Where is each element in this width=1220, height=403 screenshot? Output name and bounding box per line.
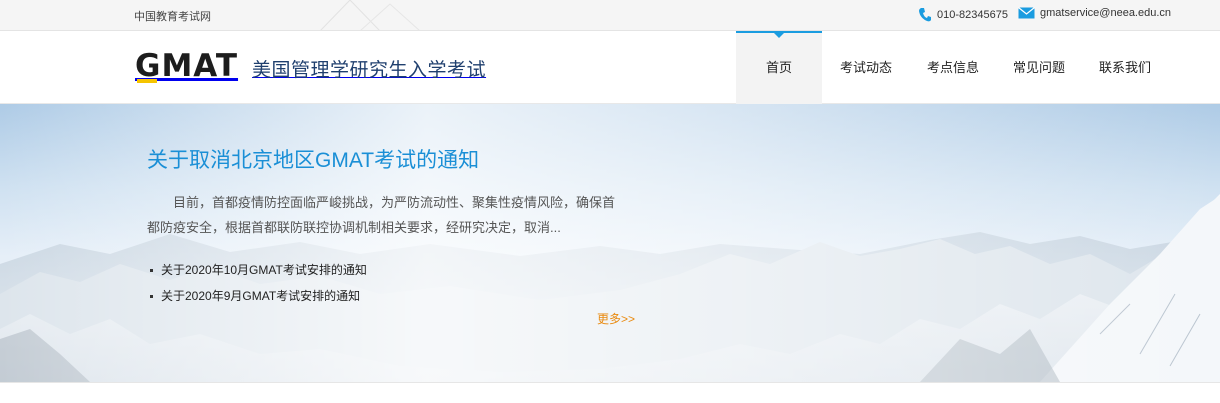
mail-icon — [1018, 7, 1035, 19]
nav-item-home[interactable]: 首页 — [736, 31, 822, 104]
news-list: 关于2020年10月GMAT考试安排的通知 关于2020年9月GMAT考试安排的… — [150, 257, 367, 309]
list-item[interactable]: 关于2020年10月GMAT考试安排的通知 — [150, 257, 367, 283]
hero-banner: 关于取消北京地区GMAT考试的通知 目前，首都疫情防控面临严峻挑战，为严防流动性… — [0, 104, 1220, 382]
contact-email: gmatservice@neea.edu.cn — [1018, 7, 1171, 19]
content-divider — [0, 382, 1220, 403]
nav-item-label: 首页 — [765, 60, 792, 75]
nav-item-contact[interactable]: 联系我们 — [1082, 31, 1168, 104]
logo-yellow-bar — [137, 79, 157, 83]
main-nav: 首页 考试动态 考点信息 常见问题 联系我们 — [736, 31, 1168, 104]
contact-phone: 010-82345675 — [918, 7, 1008, 23]
decorative-peaks — [320, 0, 420, 30]
email-address[interactable]: gmatservice@neea.edu.cn — [1040, 7, 1171, 19]
site-header: GMAT 美国管理学研究生入学考试 首页 考试动态 考点信息 常见问题 联系我们 — [0, 31, 1220, 104]
active-caret-icon — [774, 33, 784, 38]
more-link[interactable]: 更多>> — [597, 310, 635, 327]
bullet-icon — [150, 295, 153, 298]
bullet-icon — [150, 269, 153, 272]
gmat-logo[interactable]: GMAT 美国管理学研究生入学考试 — [135, 48, 486, 84]
logo-mark: GMAT — [135, 48, 238, 84]
featured-news-title[interactable]: 关于取消北京地区GMAT考试的通知 — [147, 144, 479, 174]
site-link-neea[interactable]: 中国教育考试网 — [134, 8, 211, 24]
nav-item-exam-news[interactable]: 考试动态 — [822, 31, 910, 104]
news-link[interactable]: 关于2020年10月GMAT考试安排的通知 — [161, 263, 367, 277]
phone-icon — [919, 8, 931, 22]
list-item[interactable]: 关于2020年9月GMAT考试安排的通知 — [150, 283, 367, 309]
news-link[interactable]: 关于2020年9月GMAT考试安排的通知 — [161, 289, 360, 303]
phone-number: 010-82345675 — [937, 9, 1008, 21]
logo-subtitle: 美国管理学研究生入学考试 — [252, 59, 487, 81]
top-utility-bar: 中国教育考试网 010-82345675 gmatservice@neea.ed… — [0, 0, 1220, 31]
featured-news-summary: 目前，首都疫情防控面临严峻挑战，为严防流动性、聚集性疫情风险，确保首都防疫安全，… — [147, 195, 616, 235]
nav-item-faq[interactable]: 常见问题 — [996, 31, 1082, 104]
nav-item-test-centers[interactable]: 考点信息 — [910, 31, 996, 104]
